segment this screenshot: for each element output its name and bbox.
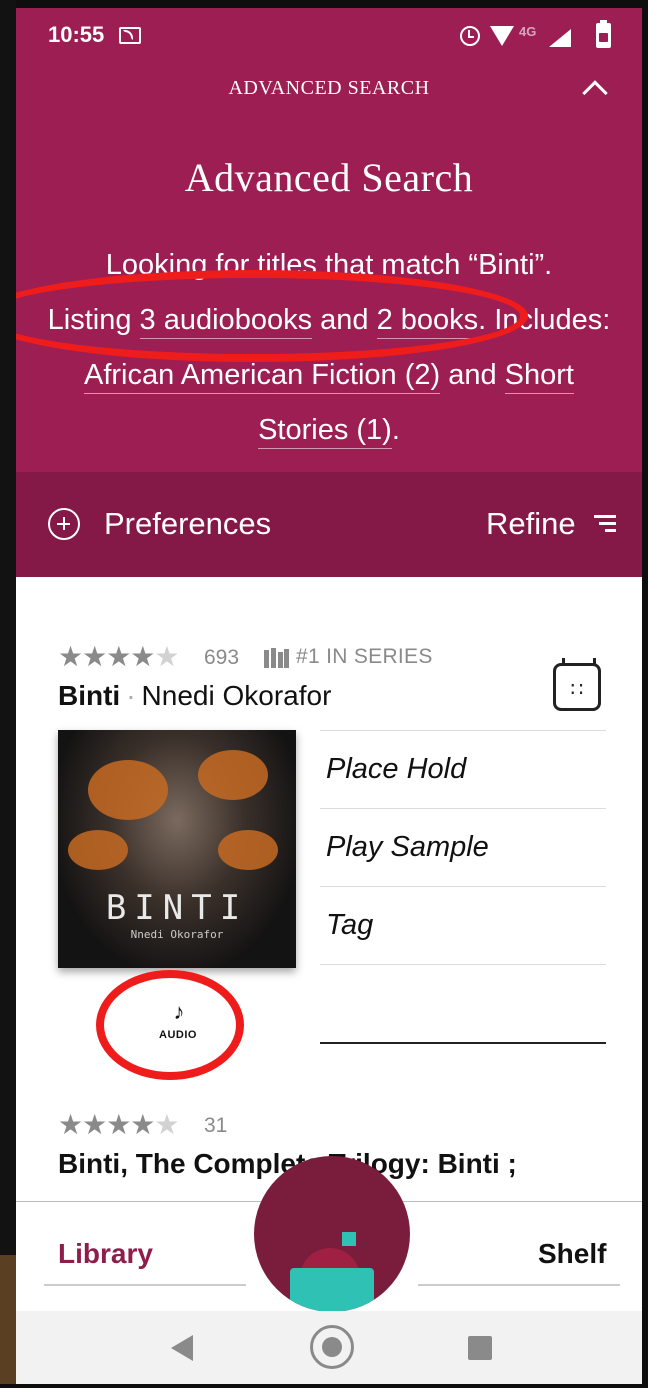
device-bezel-bottom [0, 1384, 648, 1388]
genre-link-african-american-fiction[interactable]: African American Fiction (2) [84, 359, 441, 394]
refine-button[interactable]: Refine [486, 506, 576, 542]
home-icon[interactable] [310, 1325, 354, 1369]
tag-button[interactable]: Tag [320, 886, 606, 965]
action-divider [320, 964, 606, 1043]
calendar-icon[interactable] [553, 658, 601, 711]
tag-label: Tag [326, 909, 374, 941]
annotation-circle-audio [96, 970, 244, 1080]
recent-apps-icon[interactable] [468, 1336, 492, 1360]
genre-link-short-stories-count[interactable]: Stories (1) [258, 414, 392, 449]
book-title[interactable]: Binti [58, 680, 120, 711]
header-title: ADVANCED SEARCH [228, 77, 430, 99]
period: . [391, 414, 400, 446]
libby-flag-icon [342, 1232, 356, 1246]
play-sample-button[interactable]: Play Sample [320, 808, 606, 887]
play-sample-label: Play Sample [326, 831, 489, 863]
and-text-2: and [440, 359, 505, 391]
system-nav-bar [16, 1311, 642, 1384]
rating-count: 693 [204, 646, 240, 669]
preferences-button[interactable]: Preferences [104, 506, 271, 542]
nav-shelf-underline [418, 1284, 620, 1286]
wifi-icon [490, 26, 514, 46]
cover-title: BINTI [105, 888, 249, 928]
libby-book-icon [290, 1268, 374, 1312]
status-time: 10:55 [48, 22, 105, 47]
series-books-icon [264, 648, 290, 668]
phone-screen: 10:55 4G ADVANCED SEARCH Advanced Search… [16, 8, 642, 1384]
place-hold-button[interactable]: Place Hold [320, 730, 606, 809]
cast-icon [119, 27, 141, 44]
device-bezel-top [0, 0, 648, 8]
plus-circle-icon[interactable] [48, 508, 80, 540]
star-rating-2: ★★★★★ [58, 1109, 180, 1140]
action-underline [320, 1042, 606, 1044]
filter-icon[interactable] [594, 515, 616, 533]
rating-count-2: 31 [204, 1114, 228, 1137]
signal-icon [549, 29, 571, 47]
nav-library-underline [44, 1284, 246, 1286]
advanced-search-header[interactable]: ADVANCED SEARCH [16, 64, 642, 113]
page-title: Advanced Search [184, 155, 474, 200]
alarm-icon [460, 26, 480, 46]
battery-icon [596, 20, 611, 48]
network-type: 4G [519, 24, 537, 39]
book-cover[interactable]: BINTI Nnedi Okorafor [58, 730, 296, 968]
star-rating: ★★★★★ [58, 641, 180, 672]
nav-library[interactable]: Library [58, 1238, 153, 1270]
device-bezel-left [0, 0, 16, 1388]
preferences-bar: Preferences Refine [16, 472, 642, 577]
genre-link-short-stories[interactable]: Short [504, 359, 574, 394]
nav-shelf[interactable]: Shelf [538, 1238, 606, 1270]
libby-home-button[interactable] [254, 1156, 410, 1312]
book-title-line[interactable]: Binti · Nnedi Okorafor [58, 680, 331, 712]
status-bar: 10:55 4G [16, 8, 642, 64]
cover-author: Nnedi Okorafor [130, 928, 224, 941]
place-hold-label: Place Hold [326, 753, 467, 785]
series-label[interactable]: #1 IN SERIES [296, 645, 433, 669]
book-author[interactable]: Nnedi Okorafor [142, 680, 332, 711]
title-separator: · [126, 680, 136, 711]
back-icon[interactable] [171, 1335, 193, 1361]
device-bezel-right [642, 0, 648, 1388]
background-wood [0, 1255, 16, 1388]
